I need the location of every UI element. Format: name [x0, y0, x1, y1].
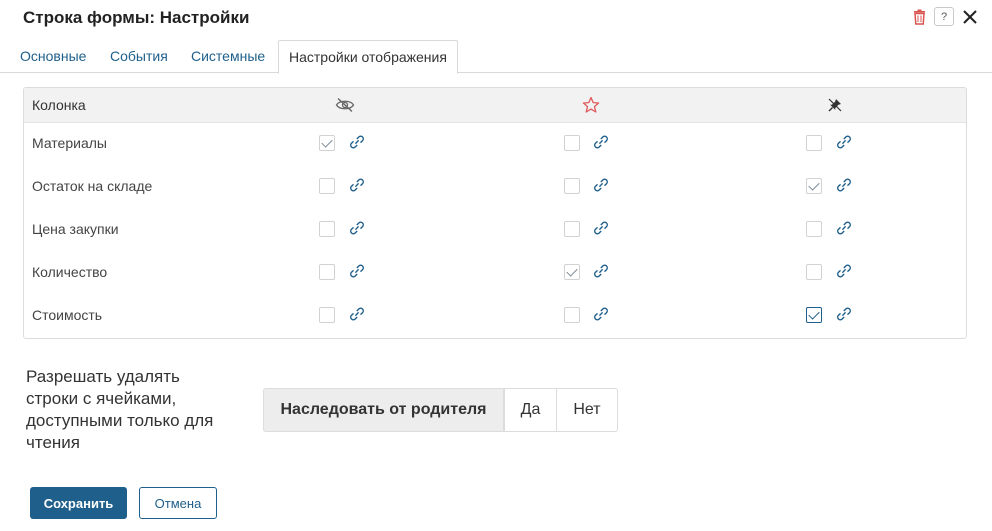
checkbox-pin-off[interactable] [806, 135, 822, 151]
cancel-button[interactable]: Отмена [139, 487, 217, 519]
link-icon[interactable] [593, 306, 611, 324]
row-label: Количество [32, 264, 108, 280]
close-icon[interactable] [962, 9, 978, 25]
link-icon[interactable] [593, 177, 611, 195]
checkbox-pin-off[interactable] [806, 178, 822, 194]
dialog-title: Строка формы: Настройки [23, 8, 250, 27]
table-row: Количество [24, 252, 966, 295]
checkbox-star[interactable] [564, 221, 580, 237]
link-icon[interactable] [836, 220, 854, 238]
link-icon[interactable] [349, 306, 367, 324]
table-row: Стоимость [24, 295, 966, 338]
star-icon [581, 95, 601, 115]
checkbox-star[interactable] [564, 307, 580, 323]
no-option[interactable]: Нет [556, 388, 618, 432]
checkbox-star[interactable] [564, 135, 580, 151]
row-label: Материалы [32, 135, 107, 151]
checkbox-star[interactable] [564, 178, 580, 194]
inherit-from-parent-option[interactable]: Наследовать от родителя [263, 388, 504, 432]
checkbox-eye-off[interactable] [319, 307, 335, 323]
checkbox-eye-off[interactable] [319, 221, 335, 237]
checkbox-eye-off[interactable] [319, 178, 335, 194]
help-icon[interactable]: ? [934, 7, 954, 26]
tab-display-settings[interactable]: Настройки отображения [278, 40, 458, 74]
checkbox-eye-off[interactable] [319, 135, 335, 151]
link-icon[interactable] [836, 134, 854, 152]
table-row: Материалы [24, 123, 966, 166]
tab-system[interactable]: Системные [191, 40, 265, 73]
table-row: Остаток на складе [24, 166, 966, 209]
link-icon[interactable] [349, 177, 367, 195]
link-icon[interactable] [349, 220, 367, 238]
link-icon[interactable] [349, 134, 367, 152]
checkbox-star[interactable] [564, 264, 580, 280]
checkbox-pin-off[interactable] [806, 264, 822, 280]
pin-off-icon [825, 95, 845, 115]
tab-main[interactable]: Основные [20, 40, 86, 73]
table-row: Цена закупки [24, 209, 966, 252]
checkbox-eye-off[interactable] [319, 264, 335, 280]
yes-option[interactable]: Да [504, 388, 557, 432]
header-actions: ? [913, 7, 978, 26]
row-label: Остаток на складе [32, 178, 153, 194]
grid-header: Колонка [24, 88, 966, 123]
checkbox-pin-off[interactable] [806, 221, 822, 237]
row-label: Цена закупки [32, 221, 119, 237]
eye-off-icon [335, 95, 355, 115]
link-icon[interactable] [836, 306, 854, 324]
link-icon[interactable] [836, 177, 854, 195]
link-icon[interactable] [593, 134, 611, 152]
link-icon[interactable] [593, 220, 611, 238]
columns-grid: Колонка Материалы Остаток на складе Цена з… [23, 87, 967, 339]
link-icon[interactable] [593, 263, 611, 281]
link-icon[interactable] [349, 263, 367, 281]
tab-events[interactable]: События [110, 40, 168, 73]
save-button[interactable]: Сохранить [30, 487, 127, 519]
row-label: Стоимость [32, 307, 103, 323]
column-header-label: Колонка [32, 97, 86, 113]
link-icon[interactable] [836, 263, 854, 281]
delete-permission-label: Разрешать удалять строки с ячейками, дос… [26, 367, 214, 452]
delete-icon[interactable] [913, 9, 926, 25]
checkbox-pin-off[interactable] [806, 307, 822, 323]
tab-bar: Основные События Системные Настройки ото… [0, 40, 992, 74]
